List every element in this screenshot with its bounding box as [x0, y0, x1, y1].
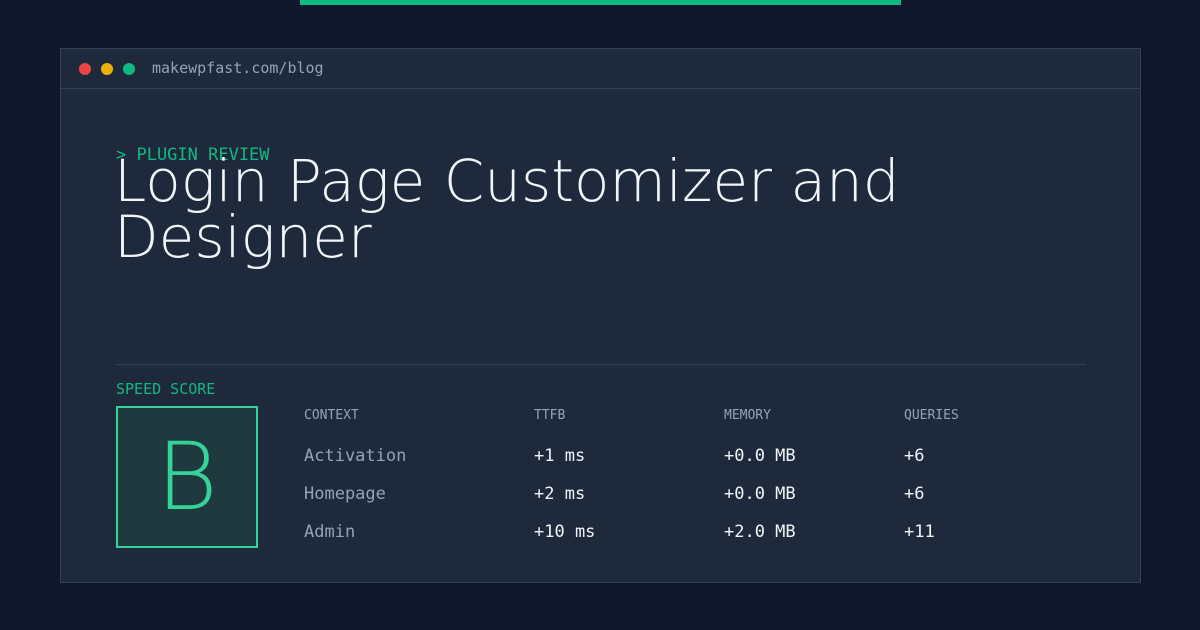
page-title: Login Page Customizer and Designer	[114, 147, 900, 271]
table-cell-ttfb: +2 ms	[534, 484, 586, 504]
column-header-ttfb: TTFB	[534, 408, 566, 423]
table-cell-context: Homepage	[304, 484, 386, 504]
top-accent-bar	[300, 0, 901, 5]
window-titlebar: makewpfast.com/blog	[61, 49, 1140, 89]
column-header-queries: QUERIES	[904, 408, 959, 423]
speed-grade: B	[156, 423, 218, 532]
speed-grade-badge: B	[116, 406, 258, 548]
table-cell-memory: +0.0 MB	[724, 446, 796, 466]
column-header-context: CONTEXT	[304, 408, 359, 423]
table-cell-context: Activation	[304, 446, 407, 466]
close-window-dot-icon[interactable]	[79, 63, 91, 75]
table-cell-queries: +6	[904, 446, 925, 466]
divider	[116, 364, 1086, 365]
table-cell-ttfb: +10 ms	[534, 522, 596, 542]
speed-score-label: SPEED SCORE	[116, 380, 216, 398]
column-header-memory: MEMORY	[724, 408, 771, 423]
address-url: makewpfast.com/blog	[152, 59, 324, 77]
table-cell-memory: +2.0 MB	[724, 522, 796, 542]
table-cell-context: Admin	[304, 522, 356, 542]
table-cell-ttfb: +1 ms	[534, 446, 586, 466]
minimize-window-dot-icon[interactable]	[101, 63, 113, 75]
table-cell-queries: +6	[904, 484, 925, 504]
table-cell-queries: +11	[904, 522, 935, 542]
table-cell-memory: +0.0 MB	[724, 484, 796, 504]
browser-window: makewpfast.com/blog > PLUGIN REVIEW Logi…	[60, 48, 1141, 583]
maximize-window-dot-icon[interactable]	[123, 63, 135, 75]
